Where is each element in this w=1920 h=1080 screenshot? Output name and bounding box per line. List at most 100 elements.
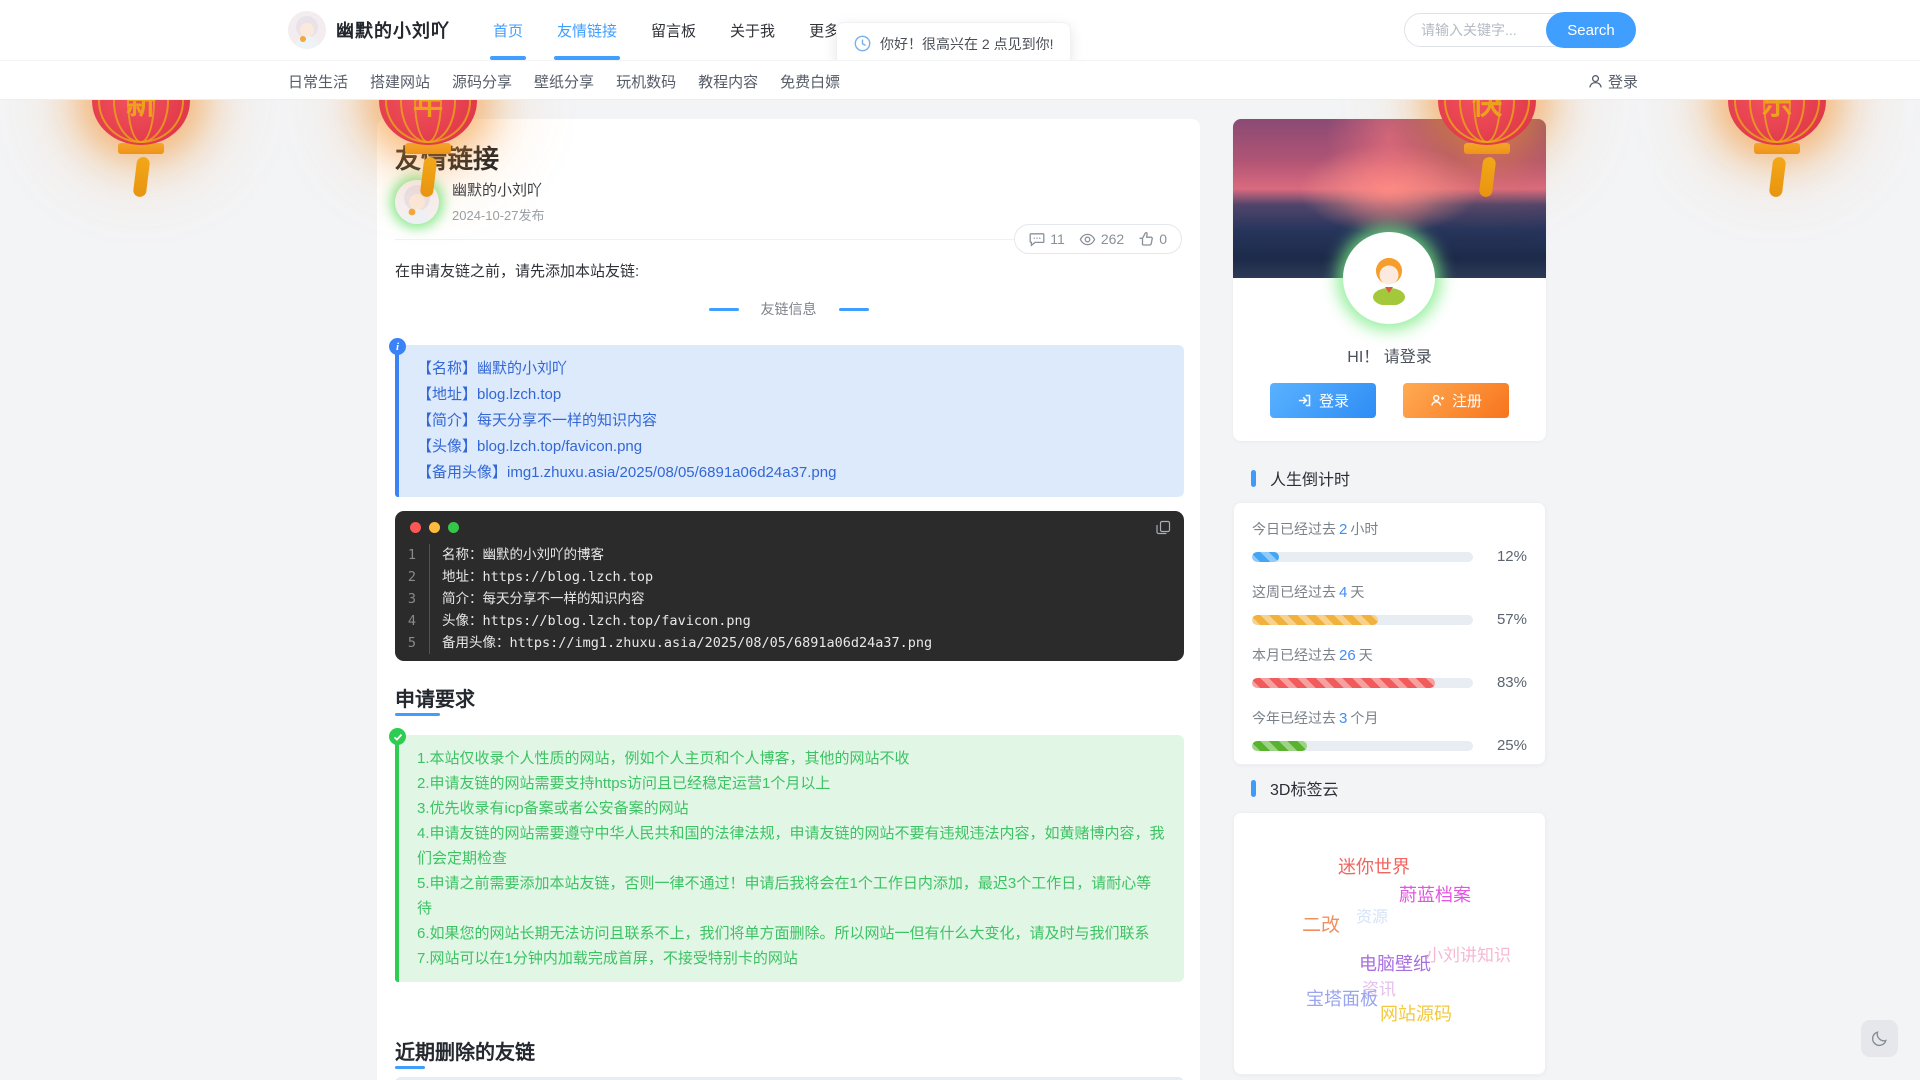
subnav-item-tutorials[interactable]: 教程内容: [698, 71, 758, 92]
subnav-item-wallpapers[interactable]: 壁纸分享: [534, 71, 594, 92]
progress-track: [1252, 741, 1473, 751]
nav-item-friend-links[interactable]: 友情链接: [540, 0, 634, 60]
requirement-item: 2.申请友链的网站需要支持https访问且已经稳定运营1个月以上: [417, 771, 1166, 796]
tag-xiaoliu-knowledge[interactable]: 小刘讲知识: [1426, 941, 1511, 966]
tag-miniworld[interactable]: 迷你世界: [1338, 853, 1410, 879]
divider-dash: [709, 308, 739, 311]
tag-pc-wallpaper[interactable]: 电脑壁纸: [1359, 950, 1431, 976]
main-nav: 首页 友情链接 留言板 关于我 更多: [476, 0, 871, 60]
section-divider: 友链信息: [377, 299, 1200, 319]
progress-percent: 25%: [1485, 737, 1527, 754]
requirements-title: 申请要求: [395, 683, 475, 712]
intro-text: 在申请友链之前，请先添加本站友链:: [395, 260, 639, 281]
tag-bt-panel[interactable]: 宝塔面板: [1306, 985, 1378, 1011]
window-dots: [410, 522, 459, 533]
code-text: 头像：https://blog.lzch.top/favicon.png: [429, 610, 751, 632]
tagcloud-header: 3D标签云: [1251, 776, 1338, 800]
countdown-row-week: 这周已经过去4天 57%: [1252, 582, 1527, 628]
countdown-value: 26: [1336, 647, 1359, 664]
login-link[interactable]: 登录: [1588, 61, 1638, 101]
tag-mods[interactable]: 二改: [1302, 910, 1340, 937]
countdown-card: 今日已经过去2小时 12% 这周已经过去4天 57% 本月已经过去26天 83%…: [1233, 502, 1546, 765]
requirement-item: 4.申请友链的网站需要遵守中华人民共和国的法律法规，申请友链的网站不要有违规违法…: [417, 821, 1166, 871]
progress-fill: [1252, 678, 1435, 688]
minimize-dot-icon: [429, 522, 440, 533]
countdown-header: 人生倒计时: [1251, 466, 1350, 490]
code-text: 简介：每天分享不一样的知识内容: [429, 588, 645, 610]
comment-icon: [1029, 231, 1045, 247]
comments-stat: 11: [1029, 231, 1065, 247]
login-greeting: HI！ 请登录: [1233, 343, 1546, 367]
tag-blue-archive[interactable]: 蔚蓝档案: [1399, 881, 1471, 907]
register-button[interactable]: 注册: [1403, 383, 1509, 418]
line-number: 5: [395, 632, 429, 654]
info-line: 【名称】幽默的小刘吖: [417, 356, 1166, 382]
countdown-row-year: 今年已经过去3个月 25%: [1252, 708, 1527, 754]
author-avatar[interactable]: [395, 180, 439, 224]
moon-icon: [1870, 1029, 1889, 1048]
info-icon: i: [389, 338, 406, 355]
views-stat: 262: [1079, 231, 1124, 248]
divider-dash: [839, 308, 869, 311]
code-lines: 1名称：幽默的小刘吖的博客 2地址：https://blog.lzch.top …: [395, 542, 1184, 664]
subnav-item-source-code[interactable]: 源码分享: [452, 71, 512, 92]
likes-stat: 0: [1138, 231, 1167, 247]
code-block-header: [395, 511, 1184, 542]
search-box: Search: [1404, 12, 1636, 48]
info-line: 【简介】每天分享不一样的知识内容: [417, 408, 1166, 434]
top-navbar: 幽默的小刘吖 首页 友情链接 留言板 关于我 更多 你好！很高兴在 2 点见到你…: [0, 0, 1920, 60]
site-logo-avatar: [288, 11, 326, 49]
line-number: 1: [395, 544, 429, 566]
page-title: 友情链接: [395, 139, 499, 176]
tagcloud-title: 3D标签云: [1270, 776, 1338, 800]
clock-icon: [854, 35, 871, 52]
nav-item-about-me[interactable]: 关于我: [713, 0, 792, 60]
deleted-links-title: 近期删除的友链: [395, 1036, 535, 1065]
progress-track: [1252, 552, 1473, 562]
subnav-item-freebies[interactable]: 免费白嫖: [780, 71, 840, 92]
author-row: 幽默的小刘吖 2024-10-27发布: [395, 179, 545, 224]
search-button[interactable]: Search: [1546, 12, 1636, 48]
progress-percent: 83%: [1485, 674, 1527, 691]
countdown-value: 2: [1336, 521, 1350, 538]
nav-item-home[interactable]: 首页: [476, 0, 540, 60]
friend-link-info-box: i 【名称】幽默的小刘吖 【地址】blog.lzch.top 【简介】每天分享不…: [395, 345, 1184, 497]
progress-percent: 57%: [1485, 611, 1527, 628]
subnav-item-daily-life[interactable]: 日常生活: [288, 71, 348, 92]
add-user-icon: [1430, 393, 1445, 408]
eye-icon: [1079, 231, 1096, 248]
progress-fill: [1252, 741, 1307, 751]
info-line: 【备用头像】img1.zhuxu.asia/2025/08/05/6891a06…: [417, 460, 1166, 486]
copy-icon[interactable]: [1156, 520, 1171, 535]
profile-avatar[interactable]: [1343, 232, 1435, 324]
countdown-title: 人生倒计时: [1270, 466, 1350, 490]
requirement-item: 6.如果您的网站长期无法访问且联系不上，我们将单方面删除。所以网站一但有什么大变…: [417, 921, 1166, 946]
code-text: 地址：https://blog.lzch.top: [429, 566, 653, 588]
requirement-item: 5.申请之前需要添加本站友链，否则一律不通过！申请后我将会在1个工作日内添加，最…: [417, 871, 1166, 921]
person-icon: [1588, 74, 1603, 89]
site-brand[interactable]: 幽默的小刘吖: [288, 11, 450, 49]
tag-site-source[interactable]: 网站源码: [1380, 1000, 1452, 1026]
subnav-item-gadgets[interactable]: 玩机数码: [616, 71, 676, 92]
login-button[interactable]: 登录: [1270, 383, 1376, 418]
article-card: 友情链接 幽默的小刘吖 2024-10-27发布 11 262: [377, 119, 1200, 1080]
author-name[interactable]: 幽默的小刘吖: [452, 179, 545, 200]
maximize-dot-icon: [448, 522, 459, 533]
close-dot-icon: [410, 522, 421, 533]
dark-mode-toggle[interactable]: [1861, 1020, 1898, 1057]
site-title: 幽默的小刘吖: [336, 17, 450, 43]
progress-fill: [1252, 615, 1378, 625]
requirements-box: 1.本站仅收录个人性质的网站，例如个人主页和个人博客，其他的网站不收 2.申请友…: [395, 735, 1184, 982]
accent-bar: [1251, 780, 1256, 797]
publish-date: 2024-10-27发布: [452, 205, 545, 224]
info-line: 【头像】blog.lzch.top/favicon.png: [417, 434, 1166, 460]
tag-resources[interactable]: 资源: [1356, 903, 1388, 927]
line-number: 3: [395, 588, 429, 610]
subnav-item-site-building[interactable]: 搭建网站: [370, 71, 430, 92]
category-nav: 日常生活 搭建网站 源码分享 壁纸分享 玩机数码 教程内容 免费白嫖 登录: [0, 60, 1920, 100]
title-underline: [395, 1066, 425, 1069]
accent-bar: [1251, 470, 1256, 487]
divider-label: 友链信息: [761, 299, 817, 319]
greeting-toast-text: 你好！很高兴在 2 点见到你!: [880, 34, 1053, 54]
nav-item-message-board[interactable]: 留言板: [634, 0, 713, 60]
